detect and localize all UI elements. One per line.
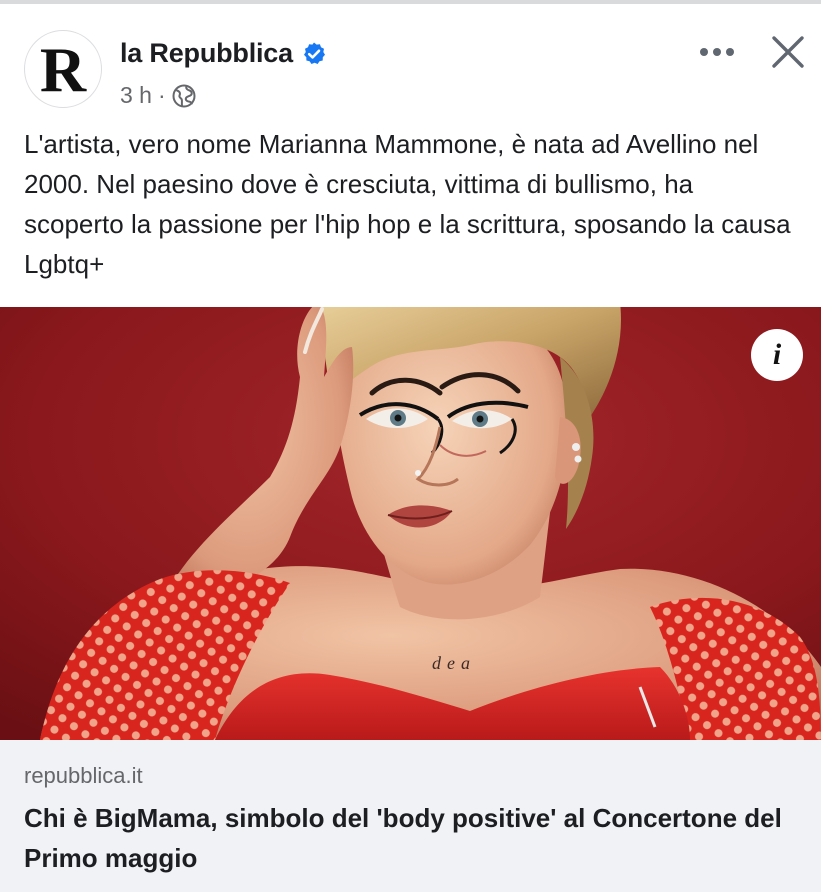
post-meta: 3 h · xyxy=(120,82,196,109)
globe-icon[interactable] xyxy=(172,84,196,108)
info-icon: i xyxy=(772,338,782,371)
page-name[interactable]: la Repubblica xyxy=(120,38,293,69)
post-timestamp[interactable]: 3 h xyxy=(120,82,152,109)
avatar-logo-letter: R xyxy=(39,34,87,105)
link-title[interactable]: Chi è BigMama, simbolo del 'body positiv… xyxy=(24,798,784,878)
close-icon xyxy=(772,36,804,68)
info-button[interactable]: i xyxy=(751,329,803,381)
link-domain: repubblica.it xyxy=(24,763,143,788)
meta-separator: · xyxy=(157,82,166,108)
more-options-button[interactable] xyxy=(694,32,740,72)
post-header: R la Repubblica 3 h · xyxy=(0,4,821,114)
post-caption: L'artista, vero nome Marianna Mammone, è… xyxy=(24,129,791,279)
link-preview-card[interactable]: repubblica.it Chi è BigMama, simbolo del… xyxy=(0,740,821,892)
page-name-row: la Repubblica xyxy=(120,38,327,69)
link-preview-image[interactable]: dea xyxy=(0,307,821,740)
portrait-photo: dea xyxy=(0,307,821,740)
tattoo-text: dea xyxy=(432,653,476,673)
close-button[interactable] xyxy=(764,28,812,76)
page-avatar[interactable]: R xyxy=(24,30,102,108)
more-horizontal-icon xyxy=(700,48,734,56)
verified-badge-icon xyxy=(301,41,327,67)
